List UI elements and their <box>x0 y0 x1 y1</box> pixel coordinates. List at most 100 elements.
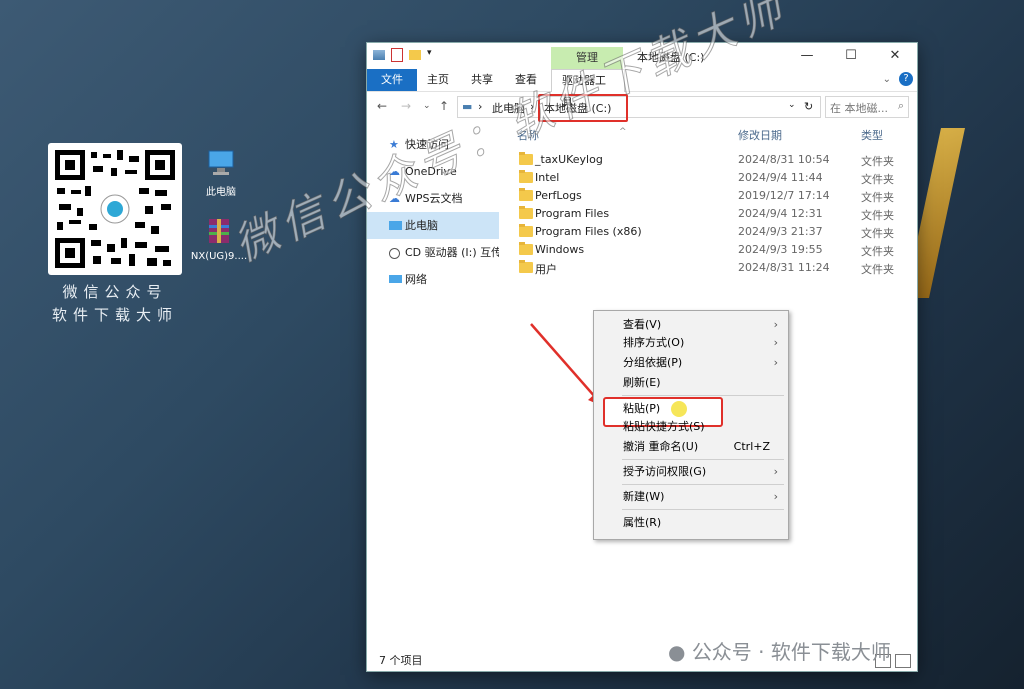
menu-item-undo-rename[interactable]: 撤消 重命名(U) Ctrl+Z <box>594 437 788 457</box>
nav-item-quick-access[interactable]: ★ 快速访问 <box>367 131 499 158</box>
menu-label: 新建(W) <box>623 490 665 503</box>
chevron-right-icon: › <box>773 318 778 331</box>
tab-drive-tools[interactable]: 驱动器工具 <box>551 69 625 109</box>
context-menu: 查看(V) › 排序方式(O) › 分组依据(P) › 刷新(E) 粘贴(P) 粘贴快… <box>593 310 789 540</box>
folder-icon <box>519 188 533 201</box>
large-icons-view-icon[interactable] <box>895 654 911 668</box>
folder-icon[interactable] <box>409 50 421 60</box>
nav-item-this-pc[interactable]: 此电脑 <box>367 212 499 239</box>
file-date: 2024/9/4 11:44 <box>738 171 823 184</box>
maximize-button[interactable]: ☐ <box>829 43 873 69</box>
file-name: 用户 <box>535 263 557 276</box>
qr-code <box>48 143 182 275</box>
menu-item-paste-shortcut[interactable]: 粘贴快捷方式(S) <box>594 417 788 437</box>
table-row[interactable]: _taxUKeylog 2024/8/31 10:54 文件夹 <box>507 151 917 169</box>
table-row[interactable]: 用户 2024/8/31 11:24 文件夹 <box>507 259 917 277</box>
properties-icon[interactable] <box>373 50 385 60</box>
desktop-icon-this-pc[interactable]: 此电脑 <box>186 147 256 198</box>
folder-icon <box>519 242 533 255</box>
chevron-down-icon[interactable]: ▾ <box>427 48 435 62</box>
nav-item-cd-drive[interactable]: CD 驱动器 (I:) 互传 <box>367 239 499 266</box>
menu-label: 撤消 重命名(U) <box>623 440 699 453</box>
file-date: 2024/9/4 12:31 <box>738 207 823 220</box>
refresh-icon[interactable]: ↻ <box>804 100 813 113</box>
menu-label: 授予访问权限(G) <box>623 465 707 478</box>
qr-caption-line2: 软件下载大师 <box>51 306 178 324</box>
qr-code-image <box>55 150 175 268</box>
table-row[interactable]: Program Files 2024/9/4 12:31 文件夹 <box>507 205 917 223</box>
folder-icon <box>519 224 533 237</box>
wechat-icon: ● <box>668 640 686 664</box>
table-row[interactable]: PerfLogs 2019/12/7 17:14 文件夹 <box>507 187 917 205</box>
menu-item-group-by[interactable]: 分组依据(P) › <box>594 353 788 373</box>
nav-item-wps-cloud[interactable]: ☁ WPS云文档 <box>367 185 499 212</box>
file-type: 文件夹 <box>861 245 894 258</box>
address-row: ← → ⌄ ↑ ▬ › 此电脑 › 本地磁盘 (C:) ⌄ ↻ 在 本地磁...… <box>367 92 917 122</box>
minimize-button[interactable]: — <box>785 43 829 69</box>
menu-item-paste[interactable]: 粘贴(P) <box>594 399 788 419</box>
menu-item-give-access[interactable]: 授予访问权限(G) › <box>594 462 788 482</box>
chevron-down-icon[interactable]: ⌄ <box>788 100 796 110</box>
network-icon <box>389 275 402 283</box>
menu-item-sort-by[interactable]: 排序方式(O) › <box>594 333 788 353</box>
highlight-box <box>538 94 628 122</box>
footer-watermark: ● 公众号 · 软件下载大师 <box>668 640 891 664</box>
up-icon[interactable]: ↑ <box>439 99 449 113</box>
search-placeholder: 在 本地磁... <box>830 102 888 115</box>
menu-item-view[interactable]: 查看(V) › <box>594 315 788 335</box>
close-button[interactable]: ✕ <box>873 43 917 69</box>
expand-ribbon-icon[interactable]: ⌄ <box>883 74 891 85</box>
forward-icon[interactable]: → <box>401 99 411 113</box>
menu-shortcut: Ctrl+Z <box>733 440 770 453</box>
menu-label: 排序方式(O) <box>623 336 685 349</box>
folder-icon <box>519 260 533 273</box>
window-title: 本地磁盘 (C:) <box>637 51 705 64</box>
file-type: 文件夹 <box>861 155 894 168</box>
checklist-icon[interactable] <box>391 48 403 62</box>
file-name: Windows <box>535 243 585 256</box>
chevron-right-icon: › <box>773 490 778 503</box>
tab-home[interactable]: 主页 <box>417 69 459 91</box>
folder-icon <box>519 206 533 219</box>
nav-label: CD 驱动器 (I:) 互传 <box>405 246 499 259</box>
table-row[interactable]: Program Files (x86) 2024/9/3 21:37 文件夹 <box>507 223 917 241</box>
cloud-icon: ☁ <box>389 165 400 178</box>
computer-icon <box>205 147 237 179</box>
column-name[interactable]: 名称 <box>517 127 539 143</box>
address-bar[interactable]: ▬ › 此电脑 › 本地磁盘 (C:) ⌄ ↻ <box>457 94 821 122</box>
table-row[interactable]: Intel 2024/9/4 11:44 文件夹 <box>507 169 917 187</box>
menu-item-properties[interactable]: 属性(R) <box>594 513 788 533</box>
tab-file[interactable]: 文件 <box>367 69 417 91</box>
star-icon: ★ <box>389 138 399 151</box>
nav-label: 网络 <box>405 273 427 286</box>
help-icon[interactable]: ? <box>899 72 913 86</box>
nav-item-network[interactable]: 网络 <box>367 266 499 293</box>
folder-icon <box>519 170 533 183</box>
column-type[interactable]: 类型 <box>861 127 883 143</box>
nav-label: WPS云文档 <box>405 192 463 205</box>
drive-icon: ▬ <box>462 100 473 113</box>
file-name: Program Files (x86) <box>535 225 642 238</box>
tab-view[interactable]: 查看 <box>505 69 547 91</box>
breadcrumb-this-pc[interactable]: 此电脑 <box>492 100 525 116</box>
menu-label: 刷新(E) <box>623 376 661 389</box>
menu-item-new[interactable]: 新建(W) › <box>594 487 788 507</box>
back-icon[interactable]: ← <box>377 99 387 113</box>
file-name: Intel <box>535 171 560 184</box>
table-row[interactable]: Windows 2024/9/3 19:55 文件夹 <box>507 241 917 259</box>
nav-label: OneDrive <box>405 165 457 178</box>
disc-icon <box>389 248 400 259</box>
search-input[interactable]: 在 本地磁... ⌕ <box>825 96 909 118</box>
menu-divider <box>622 459 784 460</box>
recent-chevron-icon[interactable]: ⌄ <box>423 101 431 111</box>
tab-share[interactable]: 共享 <box>461 69 503 91</box>
search-icon: ⌕ <box>897 99 904 112</box>
cloud-icon: ☁ <box>389 192 400 205</box>
desktop-icon-nx[interactable]: NX(UG)9.... <box>184 215 254 262</box>
menu-item-refresh[interactable]: 刷新(E) <box>594 373 788 393</box>
tab-manage[interactable]: 管理 <box>551 47 623 69</box>
column-headers: ^ 名称 修改日期 类型 <box>507 121 917 145</box>
file-type: 文件夹 <box>861 191 894 204</box>
column-date[interactable]: 修改日期 <box>738 127 782 143</box>
nav-item-onedrive[interactable]: ☁ OneDrive <box>367 158 499 185</box>
